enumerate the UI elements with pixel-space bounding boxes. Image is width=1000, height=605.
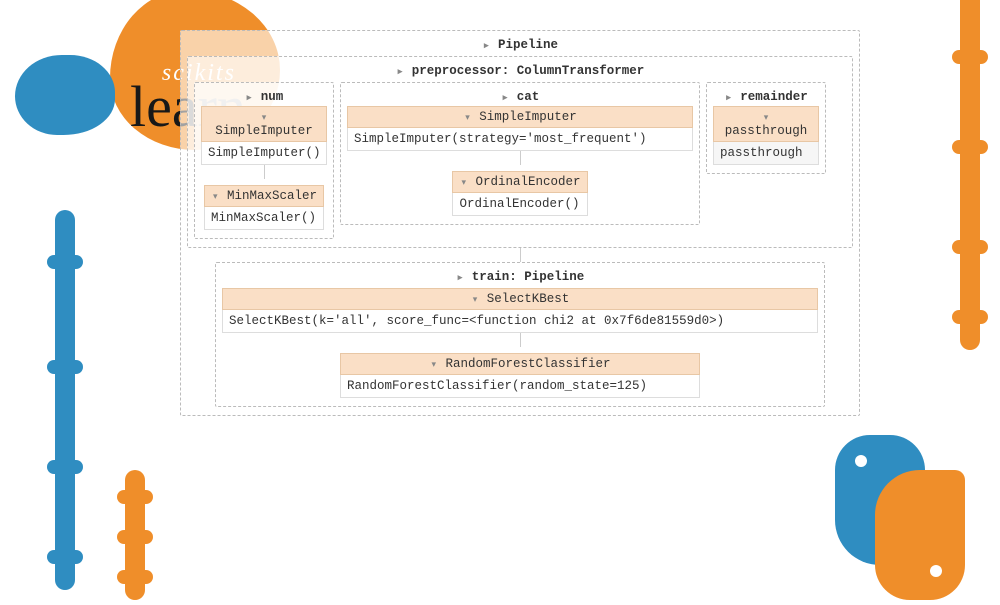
selectkbest-body: SelectKBest(k='all', score_func=<functio… <box>222 310 818 333</box>
decor-bar-blue <box>55 210 75 590</box>
decor-bar-orange-right <box>960 0 980 350</box>
collapse-icon[interactable]: ▸ <box>482 41 491 51</box>
cat-imputer-body: SimpleImputer(strategy='most_frequent') <box>347 128 693 151</box>
collapse-icon[interactable]: ▸ <box>456 273 465 283</box>
pipeline-outer: ▸ Pipeline ▸ preprocessor: ColumnTransfo… <box>180 30 860 416</box>
column-num: ▸ num ▾ SimpleImputer SimpleImputer() ▾ <box>194 82 334 239</box>
collapse-icon[interactable]: ▸ <box>396 67 405 77</box>
preprocessor-box: ▸ preprocessor: ColumnTransformer ▸ num … <box>187 56 853 248</box>
collapse-icon[interactable]: ▾ <box>429 360 438 370</box>
num-scaler-body: MinMaxScaler() <box>204 207 324 230</box>
rf-classifier: ▾ RandomForestClassifier RandomForestCla… <box>340 353 700 398</box>
remainder-passthrough: ▾ passthrough passthrough <box>713 106 819 165</box>
num-scaler: ▾ MinMaxScaler MinMaxScaler() <box>204 185 324 230</box>
rf-body: RandomForestClassifier(random_state=125) <box>340 375 700 398</box>
column-cat: ▸ cat ▾ SimpleImputer SimpleImputer(stra… <box>340 82 700 225</box>
collapse-icon[interactable]: ▾ <box>211 192 220 202</box>
cat-encoder-body: OrdinalEncoder() <box>452 193 587 216</box>
cat-imputer: ▾ SimpleImputer SimpleImputer(strategy='… <box>347 106 693 151</box>
python-logo <box>810 425 990 605</box>
column-label: num <box>261 90 284 104</box>
collapse-icon[interactable]: ▸ <box>245 93 254 103</box>
collapse-icon[interactable]: ▾ <box>463 113 472 123</box>
decor-bar-orange-bottom <box>125 470 145 600</box>
selectkbest: ▾ SelectKBest SelectKBest(k='all', score… <box>222 288 818 333</box>
remainder-body: passthrough <box>713 142 819 165</box>
pipeline-title: ▸ Pipeline <box>187 36 853 56</box>
column-remainder: ▸ remainder ▾ passthrough passthrough <box>706 82 826 174</box>
train-box: ▸ train: Pipeline ▾ SelectKBest SelectKB… <box>215 262 825 407</box>
collapse-icon[interactable]: ▸ <box>724 93 733 103</box>
num-imputer-body: SimpleImputer() <box>201 142 327 165</box>
cat-encoder: ▾ OrdinalEncoder OrdinalEncoder() <box>452 171 587 216</box>
pipeline-diagram: ▸ Pipeline ▸ preprocessor: ColumnTransfo… <box>180 30 860 416</box>
num-imputer: ▾ SimpleImputer SimpleImputer() <box>201 106 327 165</box>
logo-blob-blue <box>15 55 115 135</box>
collapse-icon[interactable]: ▾ <box>471 295 480 305</box>
column-label: cat <box>517 90 540 104</box>
collapse-icon[interactable]: ▸ <box>501 93 510 103</box>
collapse-icon[interactable]: ▾ <box>459 178 468 188</box>
train-title: ▸ train: Pipeline <box>222 268 818 288</box>
preprocessor-title: ▸ preprocessor: ColumnTransformer <box>194 62 846 82</box>
collapse-icon[interactable]: ▾ <box>762 113 771 123</box>
column-label: remainder <box>740 90 808 104</box>
collapse-icon[interactable]: ▾ <box>260 113 269 123</box>
